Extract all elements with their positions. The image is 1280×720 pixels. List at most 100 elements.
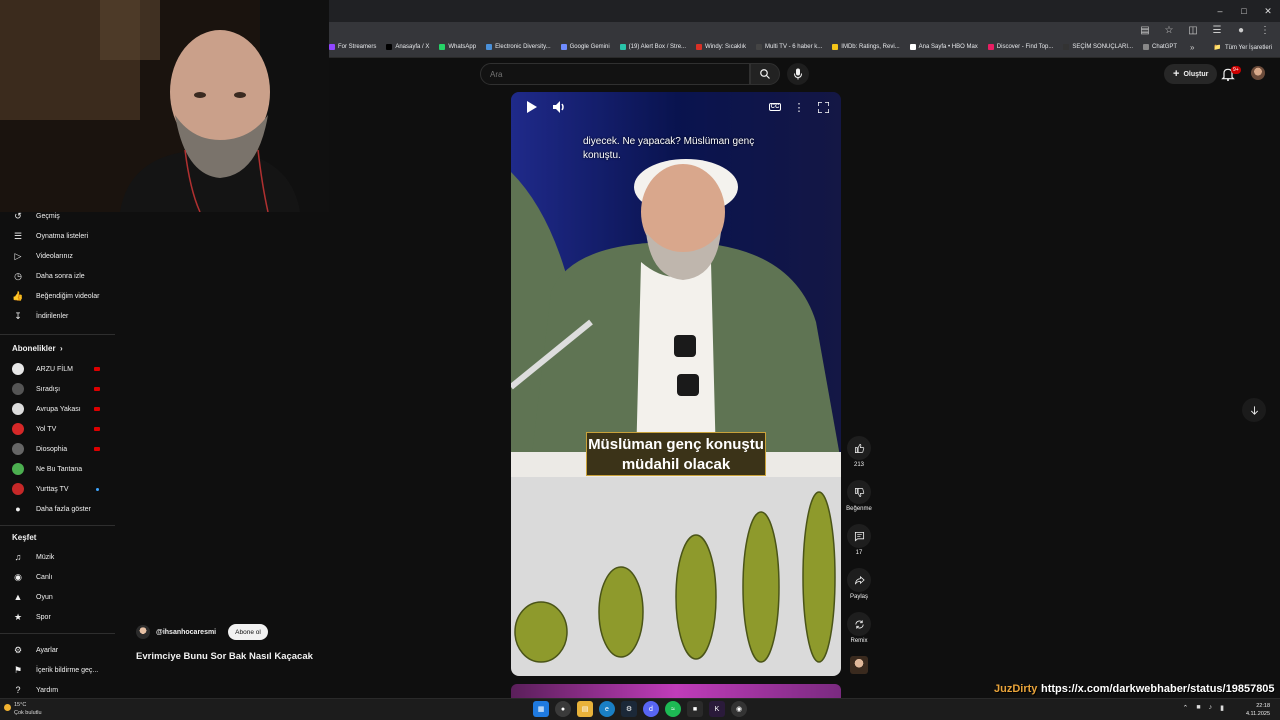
channel-avatar[interactable] (136, 625, 150, 639)
sidebar-item[interactable]: ★ Spor (0, 607, 115, 627)
bookmark-item[interactable]: Multi TV - 6 haber k... (756, 44, 822, 50)
volume-icon (552, 101, 564, 113)
weather-widget[interactable]: 15°C Çok bulutlu (4, 701, 42, 717)
channel-avatar (12, 483, 24, 495)
kick-icon[interactable]: K (709, 701, 725, 717)
volume-button[interactable] (552, 100, 566, 114)
all-bookmarks[interactable]: 📁 Tüm Yer İşaretleri (1213, 44, 1272, 52)
bookmark-item[interactable]: For Streamers (329, 44, 376, 50)
speaker-icon[interactable]: ♪ (1209, 704, 1213, 712)
chrome-icon[interactable]: ● (555, 701, 571, 717)
sidebar-item[interactable]: ↧ İndirilenler (0, 306, 115, 326)
sidebar-item[interactable]: ⚑ İçerik bildirme geç... (0, 660, 115, 680)
sidebar-item[interactable]: 👍 Beğendiğim videolar (0, 286, 115, 306)
bookmark-item[interactable]: Ana Sayfa • HBO Max (909, 44, 978, 50)
sidebar-item[interactable]: Ne Bu Tantana (0, 459, 115, 479)
sidebar-item[interactable]: ● Daha fazla göster (0, 499, 115, 519)
share-button[interactable]: Paylaş (846, 568, 872, 600)
channel-avatar-wrap (12, 423, 24, 435)
sidebar-item[interactable]: Yurttaş TV (0, 479, 115, 499)
spotify-icon[interactable]: ≈ (665, 701, 681, 717)
bookmark-item[interactable]: Google Gemini (560, 44, 610, 50)
voice-search-button[interactable] (787, 63, 809, 85)
windows-start-icon[interactable]: ▦ (533, 701, 549, 717)
star-icon[interactable]: ☆ (1162, 25, 1176, 36)
menu-icon[interactable]: ⋮ (1258, 25, 1272, 36)
bookmark-favicon-icon (386, 44, 393, 50)
sidebar-item[interactable]: ◷ Daha sonra izle (0, 266, 115, 286)
subscriptions-heading[interactable]: Abonelikler › (12, 344, 63, 353)
next-short-button[interactable] (1242, 398, 1266, 422)
video-subtitle: diyecek. Ne yapacak? Müslüman genç konuş… (583, 136, 755, 161)
cast-icon[interactable]: ▤ (1138, 25, 1152, 36)
bookmark-favicon-icon (909, 44, 916, 50)
bookmark-item[interactable]: IMDb: Ratings, Revi... (832, 44, 900, 50)
dislike-button[interactable]: Beğenme (846, 480, 872, 512)
download-icon: ↧ (14, 310, 22, 321)
sidebar-item[interactable]: ▷ Videolarınız (0, 246, 115, 266)
sidebar-item[interactable]: ▲ Oyun (0, 587, 115, 607)
bookmark-item[interactable]: SEÇİM SONUÇLARI... (1063, 44, 1133, 50)
comments-button[interactable]: 17 (846, 524, 872, 556)
minimize-icon[interactable]: – (1208, 0, 1232, 22)
clock[interactable]: 22:18 4.11.2025 (1246, 702, 1270, 718)
remix-button[interactable]: Remix (846, 612, 872, 644)
sidebar-item[interactable]: Diosophia (0, 439, 115, 459)
create-button[interactable]: + Oluştur (1164, 64, 1218, 84)
media-icon[interactable]: ☰ (1210, 25, 1224, 36)
weather-icon (4, 704, 11, 711)
steam-icon[interactable]: ⚙ (621, 701, 637, 717)
file-explorer-icon[interactable]: ▤ (577, 701, 593, 717)
extensions-icon[interactable]: ◫ (1186, 25, 1200, 36)
sidebar-item[interactable]: ◉ Canlı (0, 567, 115, 587)
sidebar-item[interactable]: ⚙ Ayarlar (0, 640, 115, 660)
remix-label: Remix (850, 638, 868, 644)
bookmark-favicon-icon (439, 44, 446, 50)
play-button[interactable] (524, 100, 538, 114)
tray-chevron-icon[interactable]: ⌃ (1183, 704, 1189, 712)
sidebar-item-label: Yardım (36, 686, 59, 694)
sidebar-item-label: Sıradışı (36, 385, 61, 393)
obs-icon[interactable]: ◉ (731, 701, 747, 717)
channel-handle[interactable]: @ihsanhocaresmi (156, 629, 216, 636)
sidebar-item[interactable]: Sıradışı (0, 379, 115, 399)
captions-button[interactable]: CC (768, 100, 782, 114)
close-icon[interactable]: ✕ (1256, 0, 1280, 22)
discord-icon[interactable]: d (643, 701, 659, 717)
like-button[interactable]: 213 (846, 436, 872, 468)
sidebar-item[interactable]: ↺ Geçmiş (0, 206, 115, 226)
sound-avatar[interactable] (850, 656, 868, 674)
edge-icon[interactable]: e (599, 701, 615, 717)
sidebar-item[interactable]: Avrupa Yakası (0, 399, 115, 419)
bookmark-item[interactable]: Windy: Sıcaklık (696, 44, 746, 50)
shorts-video-player[interactable] (511, 92, 841, 676)
fullscreen-button[interactable] (816, 100, 830, 114)
sidebar-item[interactable]: ? Yardım (0, 680, 115, 700)
bookmark-item[interactable]: (19) Alert Box / Stre... (619, 44, 686, 50)
bookmarks-overflow-icon[interactable]: » (1190, 43, 1194, 52)
bookmark-item[interactable]: WhatsApp (439, 44, 476, 50)
sidebar-item[interactable]: Yol TV (0, 419, 115, 439)
bookmark-item[interactable]: Discover - Find Top... (987, 44, 1053, 50)
app-icon[interactable]: ■ (687, 701, 703, 717)
sidebar-item[interactable]: ♫ Müzik (0, 547, 115, 567)
search-box[interactable] (480, 63, 750, 85)
search-input[interactable] (481, 64, 749, 85)
search-button[interactable] (750, 63, 780, 85)
liked-icon: 👍 (12, 290, 24, 301)
channel-avatar-wrap (12, 463, 24, 475)
battery-icon[interactable]: ▮ (1220, 704, 1224, 712)
sidebar-item[interactable]: ARZU FİLM (0, 359, 115, 379)
subscribe-button[interactable]: Abone ol (228, 624, 268, 640)
account-avatar[interactable] (1251, 66, 1265, 80)
next-short-preview[interactable] (511, 684, 841, 698)
bookmark-item[interactable]: ChatGPT (1143, 44, 1177, 50)
sidebar-item-label: Daha sonra izle (36, 272, 85, 280)
bookmark-item[interactable]: Electronic Diversity... (486, 44, 551, 50)
sidebar-item[interactable]: ☰ Oynatma listeleri (0, 226, 115, 246)
network-icon[interactable]: ■ (1196, 704, 1200, 712)
more-options-button[interactable]: ⋮ (792, 100, 806, 114)
bookmark-item[interactable]: Anasayfa / X (386, 44, 429, 50)
profile-icon[interactable]: ● (1234, 25, 1248, 36)
maximize-icon[interactable]: □ (1232, 0, 1256, 22)
